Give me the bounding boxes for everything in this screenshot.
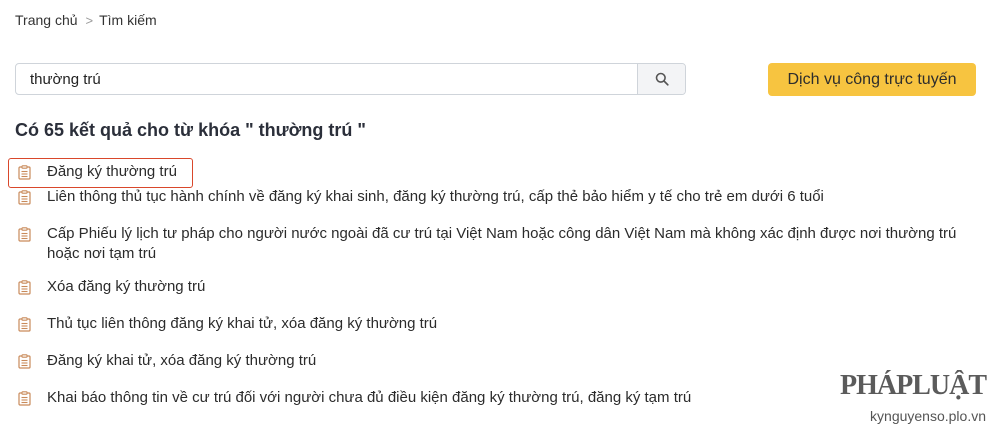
online-public-service-button[interactable]: Dịch vụ công trực tuyến [768, 63, 976, 96]
breadcrumb: Trang chủ > Tìm kiếm [15, 12, 157, 28]
result-title: Xóa đăng ký thường trú [47, 278, 206, 295]
result-item[interactable]: Thủ tục liên thông đăng ký khai tử, xóa … [15, 314, 990, 334]
result-title: Đăng ký khai tử, xóa đăng ký thường trú [47, 352, 317, 369]
search-input[interactable] [16, 64, 637, 94]
document-icon [15, 351, 33, 371]
watermark-logo: PHÁPLUẬT [840, 370, 987, 401]
result-title: Liên thông thủ tục hành chính về đăng ký… [47, 188, 824, 205]
document-icon [15, 224, 33, 244]
document-icon [15, 314, 33, 334]
breadcrumb-current: Tìm kiếm [99, 12, 157, 28]
result-title: Cấp Phiếu lý lịch tư pháp cho người nước… [47, 225, 957, 262]
document-icon [15, 388, 33, 408]
document-icon [15, 162, 33, 182]
result-item[interactable]: Cấp Phiếu lý lịch tư pháp cho người nước… [15, 224, 990, 264]
results-heading: Có 65 kết quả cho từ khóa " thường trú " [15, 120, 366, 140]
result-item[interactable]: Đăng ký khai tử, xóa đăng ký thường trú [15, 351, 990, 371]
search-icon [655, 72, 669, 86]
document-icon [15, 277, 33, 297]
result-item-highlighted[interactable]: Đăng ký thường trú [8, 158, 990, 188]
watermark-url: kynguyenso.plo.vn [870, 408, 986, 424]
document-icon [15, 187, 33, 207]
search-button[interactable] [637, 64, 685, 94]
breadcrumb-home-link[interactable]: Trang chủ [15, 12, 78, 28]
result-title: Thủ tục liên thông đăng ký khai tử, xóa … [47, 315, 438, 332]
result-item[interactable]: Liên thông thủ tục hành chính về đăng ký… [15, 187, 990, 207]
breadcrumb-separator: > [85, 12, 94, 28]
result-item[interactable]: Xóa đăng ký thường trú [15, 277, 990, 297]
result-title: Đăng ký thường trú [47, 163, 177, 180]
search-bar [15, 63, 686, 95]
